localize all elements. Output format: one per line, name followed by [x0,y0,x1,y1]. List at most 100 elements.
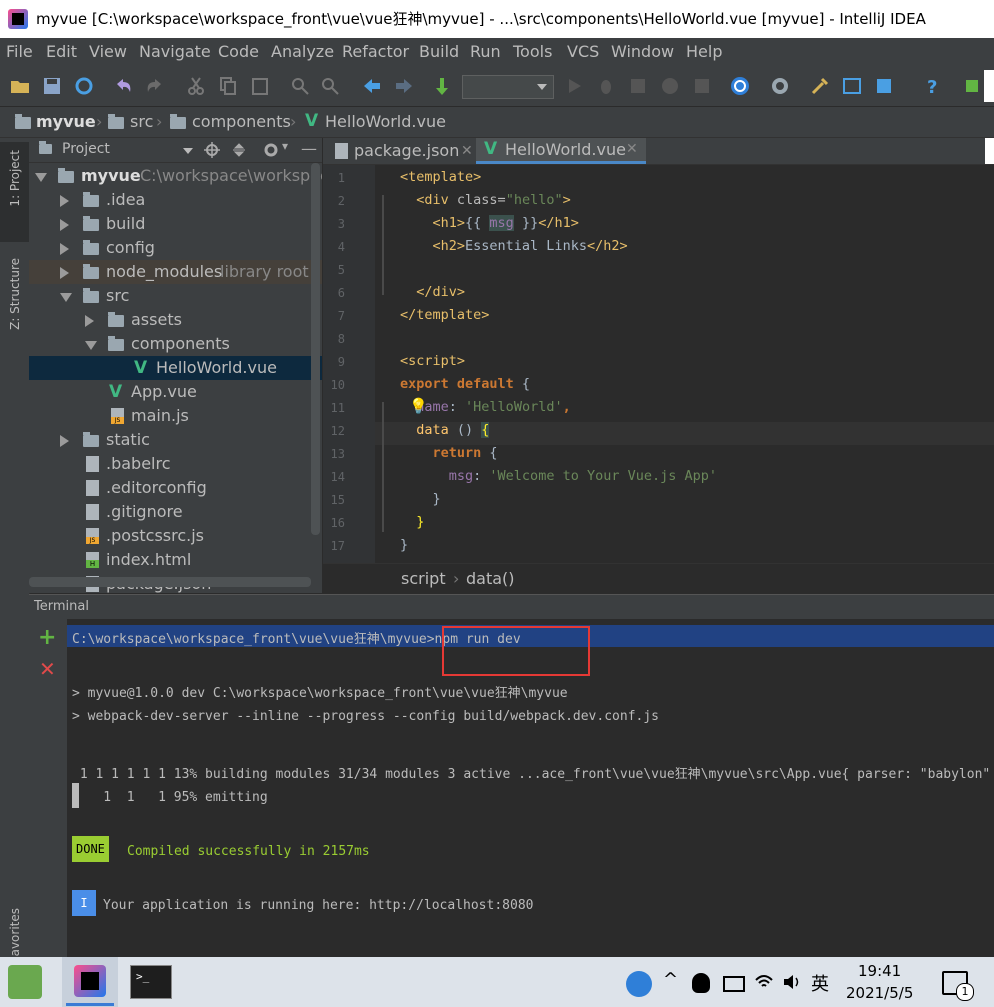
tree-item-postcssrc[interactable]: .postcssrc.js [29,524,322,548]
update-tray-icon[interactable] [626,971,652,997]
battery-icon[interactable] [723,976,745,992]
tree-item-static[interactable]: static [29,428,322,452]
plugin-icon[interactable] [962,76,982,96]
collapse-all-icon[interactable] [231,142,247,158]
menu-analyze[interactable]: Analyze [271,42,334,61]
tree-item-assets[interactable]: assets [29,308,322,332]
menu-edit[interactable]: Edit [46,42,77,61]
add-icon[interactable]: + [38,625,56,650]
line-number: 6 [337,286,345,300]
coverage-icon[interactable] [628,76,648,96]
lightbulb-icon[interactable]: 💡 [409,397,428,415]
menu-help[interactable]: Help [686,42,722,61]
profile-icon[interactable] [660,76,680,96]
find-icon[interactable] [290,76,310,96]
clock-date[interactable]: 2021/5/5 [846,984,913,1002]
breadcrumb-components[interactable]: components [192,112,291,131]
sdk-icon[interactable] [874,76,894,96]
close-icon[interactable]: ✕ [39,657,56,681]
clock-time[interactable]: 19:41 [858,962,901,980]
help-icon[interactable]: ? [922,76,942,96]
tree-item-index-html[interactable]: index.html [29,548,322,572]
tree-item-node-modules[interactable]: node_modules library root [29,260,322,284]
close-icon[interactable]: ✕ [461,138,473,164]
tree-item-helloworld[interactable]: V HelloWorld.vue [29,356,322,380]
tree-item-babelrc[interactable]: .babelrc [29,452,322,476]
settings-icon[interactable] [770,76,790,96]
tree-item-config[interactable]: config [29,236,322,260]
paste-icon[interactable] [250,76,270,96]
menu-file[interactable]: File [6,42,33,61]
menu-vcs[interactable]: VCS [567,42,599,61]
volume-icon[interactable] [782,972,802,992]
tree-item-src[interactable]: src [29,284,322,308]
cut-icon[interactable] [186,76,206,96]
project-view-label[interactable]: Project [62,141,110,157]
favorites-tool-label[interactable]: avorites [8,908,22,956]
ime-indicator[interactable]: 英 [811,970,829,996]
breadcrumb-project[interactable]: myvue [36,112,96,131]
forward-icon[interactable] [394,76,414,96]
menu-navigate[interactable]: Navigate [139,42,211,61]
run-configuration-select[interactable] [462,75,554,99]
tree-item-idea[interactable]: .idea [29,188,322,212]
editor-crumb-data[interactable]: data() [466,569,515,588]
terminal-glyph: >_ [136,970,150,983]
menu-run[interactable]: Run [470,42,501,61]
terminal-title[interactable]: Terminal [34,599,89,614]
menu-view[interactable]: View [89,42,127,61]
tree-item-gitignore[interactable]: .gitignore [29,500,322,524]
qq-tray-icon[interactable] [692,973,710,993]
breadcrumb-src[interactable]: src [130,112,153,131]
notification-icon[interactable]: 1 [942,971,974,1001]
open-folder-icon[interactable] [10,76,30,96]
run-icon[interactable] [564,76,584,96]
build-icon[interactable] [434,76,454,96]
close-icon[interactable]: ✕ [626,138,638,161]
wifi-icon[interactable] [754,972,774,992]
update-icon[interactable] [730,76,750,96]
tree-item-components[interactable]: components [29,332,322,356]
gear-icon[interactable] [263,142,279,158]
project-scrollbar[interactable] [311,163,320,535]
project-horizontal-scrollbar[interactable] [29,577,311,587]
save-icon[interactable] [42,76,62,96]
locate-icon[interactable] [204,142,220,158]
layout-icon[interactable] [842,76,862,96]
sync-icon[interactable] [74,76,94,96]
chevron-down-icon[interactable]: ▾ [282,139,288,153]
minimize-icon[interactable]: — [301,139,317,158]
intellij-taskbar-button[interactable] [62,957,118,1007]
menu-build[interactable]: Build [419,42,459,61]
chevron-up-icon[interactable]: ^ [663,969,678,990]
editor-crumb-script[interactable]: script [401,569,446,588]
structure-tool-label[interactable]: Z: Structure [8,258,22,330]
tree-item-main-js[interactable]: main.js [29,404,322,428]
debug-icon[interactable] [596,76,616,96]
redo-icon[interactable] [144,76,164,96]
tree-item-app-vue[interactable]: V App.vue [29,380,322,404]
terminal-output[interactable]: C:\workspace\workspace_front\vue\vue狂神\m… [67,619,994,957]
undo-icon[interactable] [114,76,134,96]
notepad-app-icon[interactable] [8,965,42,999]
chevron-down-icon[interactable] [183,148,193,154]
menu-refactor[interactable]: Refactor [342,42,409,61]
tree-item-build[interactable]: build [29,212,322,236]
tree-item-editorconfig[interactable]: .editorconfig [29,476,322,500]
project-tool-button[interactable]: 1: Project [0,142,29,242]
replace-icon[interactable] [320,76,340,96]
tree-item-label: .editorconfig [106,478,207,497]
tab-package-json[interactable]: package.json ✕ [331,138,473,164]
tree-item-root[interactable]: myvue C:\workspace\workspace [29,164,322,188]
back-icon[interactable] [362,76,382,96]
code-editor[interactable]: <template> <div class="hello"> <h1>{{ ms… [375,165,994,563]
terminal-app-icon[interactable]: >_ [130,965,172,999]
stop-icon[interactable] [692,76,712,96]
menu-code[interactable]: Code [218,42,259,61]
copy-icon[interactable] [218,76,238,96]
breadcrumb-file[interactable]: HelloWorld.vue [325,112,446,131]
tab-helloworld-vue[interactable]: V HelloWorld.vue ✕ [476,138,646,164]
project-structure-icon[interactable] [810,76,830,96]
menu-window[interactable]: Window [611,42,674,61]
menu-tools[interactable]: Tools [513,42,552,61]
